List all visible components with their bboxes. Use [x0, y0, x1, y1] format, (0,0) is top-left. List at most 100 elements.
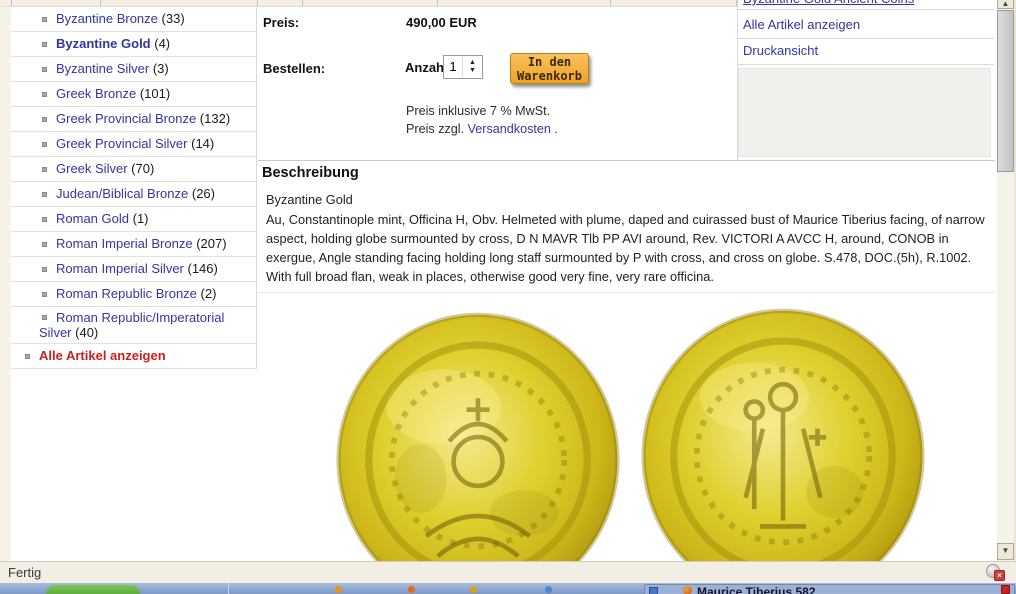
- scroll-up-button[interactable]: ▲: [997, 0, 1014, 9]
- coin-obverse-image[interactable]: [334, 312, 622, 561]
- order-label: Bestellen:: [263, 61, 326, 76]
- quicklaunch-icon[interactable]: [545, 586, 552, 593]
- empty-panel-box: [738, 68, 991, 157]
- quantity-stepper[interactable]: 1 ▲ ▼: [443, 55, 483, 79]
- cart-button-line1: In den: [527, 55, 572, 69]
- sidebar-item-label: Roman Imperial Bronze: [56, 236, 193, 251]
- header-strip: [0, 0, 738, 7]
- shipping-note: Preis zzgl. Versandkosten .: [406, 122, 558, 136]
- quicklaunch-icon[interactable]: [335, 586, 342, 593]
- bullet-icon: [25, 354, 30, 359]
- sidebar-item-byzantine-gold[interactable]: Byzantine Gold (4): [11, 32, 256, 57]
- stepper-arrows: ▲ ▼: [463, 56, 482, 78]
- item-count: (101): [139, 86, 171, 101]
- sidebar-item-judean-biblical-bronze[interactable]: Judean/Biblical Bronze (26): [11, 182, 256, 207]
- quicklaunch-icon[interactable]: [470, 586, 477, 593]
- add-to-cart-button[interactable]: In den Warenkorb: [510, 53, 589, 84]
- item-count: (40): [75, 325, 99, 340]
- sidebar-item-label: Roman Imperial Silver: [56, 261, 184, 276]
- show-all-items-link[interactable]: Alle Artikel anzeigen: [743, 17, 860, 32]
- bullet-icon: [42, 267, 47, 272]
- link-row-all-items[interactable]: Alle Artikel anzeigen: [738, 10, 994, 39]
- sidebar-item-label: Byzantine Bronze: [56, 11, 158, 26]
- task-button-label: Maurice Tiberius 582...: [697, 585, 826, 594]
- item-count: (26): [191, 186, 215, 201]
- bullet-icon: [42, 217, 47, 222]
- bullet-icon: [42, 117, 47, 122]
- sidebar-item-alle-artikel-anzeigen[interactable]: Alle Artikel anzeigen: [11, 344, 256, 369]
- quicklaunch-icon[interactable]: [408, 586, 415, 593]
- vat-note: Preis inklusive 7 % MwSt.: [406, 104, 551, 118]
- taskbar: Maurice Tiberius 582...: [0, 583, 1016, 594]
- item-count: (70): [131, 161, 155, 176]
- sidebar-item-byzantine-bronze[interactable]: Byzantine Bronze (33): [11, 7, 256, 32]
- product-images-area: [258, 294, 995, 561]
- shipping-suffix: .: [550, 122, 558, 136]
- item-count: (1): [132, 211, 149, 226]
- bullet-icon: [42, 42, 47, 47]
- item-count: (207): [196, 236, 227, 251]
- sidebar-item-label: Judean/Biblical Bronze: [56, 186, 189, 201]
- sidebar-item-label: Roman Republic Bronze: [56, 286, 197, 301]
- sidebar-item-label: Roman Republic/Imperatorial Silver: [39, 310, 225, 340]
- sidebar-item-label: Greek Provincial Silver: [56, 136, 188, 151]
- sidebar-item-roman-republic-imperatorial-silver[interactable]: Roman Republic/Imperatorial Silver (40): [11, 307, 256, 344]
- description-divider: [258, 292, 995, 293]
- shipping-prefix: Preis zzgl.: [406, 122, 468, 136]
- blocked-badge-icon: ×: [994, 570, 1005, 581]
- shipping-costs-link[interactable]: Versandkosten: [468, 122, 551, 136]
- tray-alert-icon[interactable]: [1001, 585, 1010, 594]
- item-count: (146): [187, 261, 218, 276]
- section-divider: [258, 160, 995, 161]
- bullet-icon: [42, 92, 47, 97]
- scrollbar-thumb[interactable]: [997, 10, 1014, 172]
- window-icon: [649, 587, 658, 594]
- sidebar-item-greek-silver[interactable]: Greek Silver (70): [11, 157, 256, 182]
- item-count: (132): [199, 111, 231, 126]
- sidebar-item-label: Byzantine Gold: [56, 36, 151, 51]
- quantity-label: Anzahl: [405, 60, 448, 75]
- vertical-scrollbar[interactable]: ▲ ▼: [997, 0, 1014, 561]
- sidebar-item-label: Byzantine Silver: [56, 61, 150, 76]
- sidebar-item-byzantine-silver[interactable]: Byzantine Silver (3): [11, 57, 256, 82]
- coin-reverse-image[interactable]: [639, 308, 927, 561]
- bullet-icon: [42, 192, 47, 197]
- taskbar-divider: [228, 583, 229, 594]
- bullet-icon: [42, 67, 47, 72]
- price-value: 490,00 EUR: [406, 15, 477, 30]
- item-count: (3): [152, 61, 169, 76]
- link-row-print[interactable]: Druckansicht: [738, 39, 994, 65]
- start-button[interactable]: [46, 585, 140, 594]
- sidebar-item-roman-republic-bronze[interactable]: Roman Republic Bronze (2): [11, 282, 256, 307]
- browser-viewport: Byzantine Bronze (33) Byzantine Gold (4)…: [0, 0, 1016, 594]
- category-link[interactable]: Byzantine Gold Ancient Coins: [743, 0, 914, 6]
- sidebar-item-greek-bronze[interactable]: Greek Bronze (101): [11, 82, 256, 107]
- print-view-link[interactable]: Druckansicht: [743, 43, 818, 58]
- sidebar-item-greek-provincial-bronze[interactable]: Greek Provincial Bronze (132): [11, 107, 256, 132]
- item-count: (14): [191, 136, 215, 151]
- scroll-up-icon: ▲: [1001, 0, 1010, 8]
- sidebar-item-greek-provincial-silver[interactable]: Greek Provincial Silver (14): [11, 132, 256, 157]
- description-subtitle: Byzantine Gold: [266, 192, 353, 207]
- category-sidebar: Byzantine Bronze (33) Byzantine Gold (4)…: [11, 7, 257, 369]
- sidebar-item-label: Greek Provincial Bronze: [56, 111, 197, 126]
- status-text: Fertig: [8, 565, 42, 580]
- cart-button-line2: Warenkorb: [516, 69, 583, 83]
- sidebar-item-roman-imperial-bronze[interactable]: Roman Imperial Bronze (207): [11, 232, 256, 257]
- sidebar-item-roman-imperial-silver[interactable]: Roman Imperial Silver (146): [11, 257, 256, 282]
- sidebar-item-roman-gold[interactable]: Roman Gold (1): [11, 207, 256, 232]
- spin-down-icon[interactable]: ▼: [469, 67, 476, 75]
- spin-up-icon[interactable]: ▲: [469, 59, 476, 67]
- task-button[interactable]: Maurice Tiberius 582...: [644, 584, 1015, 594]
- firefox-icon: [683, 586, 692, 594]
- scroll-down-button[interactable]: ▼: [997, 543, 1014, 560]
- link-row-category[interactable]: Byzantine Gold Ancient Coins: [738, 0, 994, 10]
- bullet-icon: [42, 167, 47, 172]
- bullet-icon: [42, 17, 47, 22]
- item-count: (2): [200, 286, 217, 301]
- bullet-icon: [42, 292, 47, 297]
- sidebar-item-label: Roman Gold: [56, 211, 129, 226]
- page-left-margin: [0, 7, 11, 561]
- quantity-value[interactable]: 1: [444, 56, 463, 78]
- bullet-icon: [42, 315, 47, 320]
